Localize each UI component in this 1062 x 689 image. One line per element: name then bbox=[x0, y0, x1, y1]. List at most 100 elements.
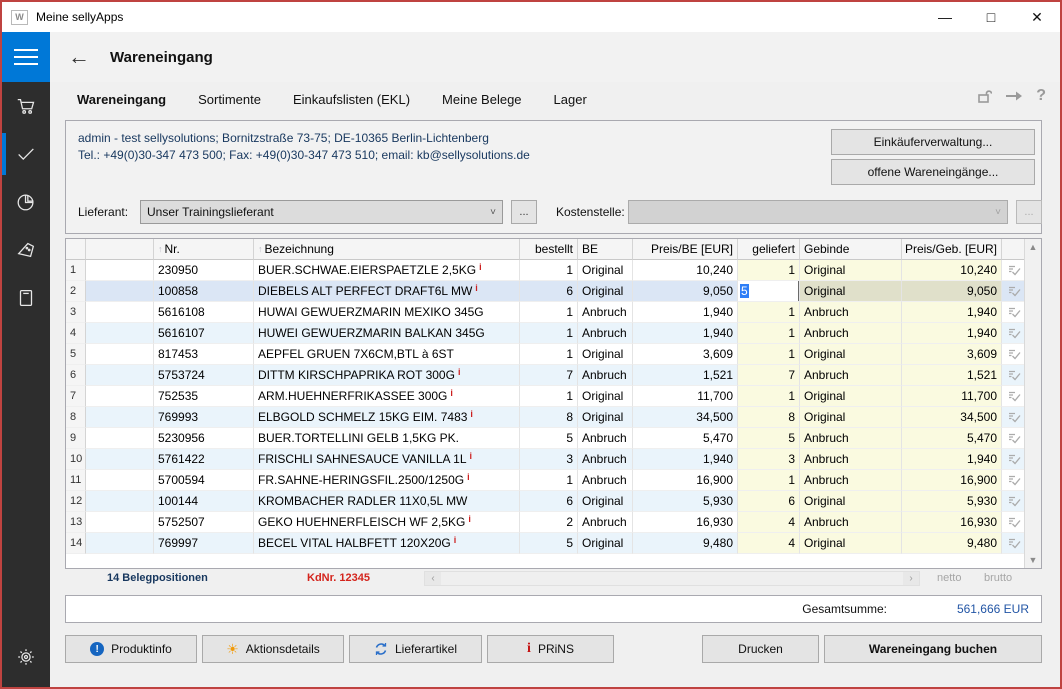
prins-button[interactable]: i PRiNS bbox=[487, 635, 614, 663]
cell-geliefert[interactable]: 1 bbox=[738, 323, 800, 344]
cell-geliefert[interactable]: 1 bbox=[738, 260, 800, 281]
row-number[interactable]: 13 bbox=[66, 512, 86, 533]
cell-name[interactable]: HUWEI GEWUERZMARIN BALKAN 345G bbox=[254, 323, 520, 344]
cell-nr[interactable]: 5753724 bbox=[154, 365, 254, 386]
cell-preis_geb[interactable]: 3,609 bbox=[902, 344, 1002, 365]
cell-name[interactable]: ARM.HUEHNERFRIKASSEE 300Gi bbox=[254, 386, 520, 407]
produktinfo-button[interactable]: ! Produktinfo bbox=[65, 635, 197, 663]
cell-gebinde[interactable]: Original bbox=[800, 407, 902, 428]
cell-bestellt[interactable]: 1 bbox=[520, 323, 578, 344]
table-row[interactable]: 12100144KROMBACHER RADLER 11X0,5L MW6Ori… bbox=[66, 491, 1024, 512]
cell-name[interactable]: BECEL VITAL HALBFETT 120X20Gi bbox=[254, 533, 520, 554]
hamburger-menu-icon[interactable] bbox=[2, 32, 50, 82]
cell-preis_be[interactable]: 1,940 bbox=[633, 323, 738, 344]
cell-preis_be[interactable]: 9,480 bbox=[633, 533, 738, 554]
table-row[interactable]: 115700594FR.SAHNE-HERINGSFIL.2500/1250Gi… bbox=[66, 470, 1024, 491]
close-button[interactable]: ✕ bbox=[1014, 2, 1060, 32]
row-number[interactable]: 3 bbox=[66, 302, 86, 323]
row-number[interactable]: 4 bbox=[66, 323, 86, 344]
maximize-button[interactable]: □ bbox=[968, 2, 1014, 32]
table-row[interactable]: 65753724DITTM KIRSCHPAPRIKA ROT 300Gi7An… bbox=[66, 365, 1024, 386]
scroll-up-icon[interactable]: ▲ bbox=[1025, 239, 1041, 255]
row-confirm-cell[interactable] bbox=[1002, 428, 1024, 449]
cell-preis_geb[interactable]: 9,480 bbox=[902, 533, 1002, 554]
cell-nr[interactable]: 5616107 bbox=[154, 323, 254, 344]
cell-be[interactable]: Anbruch bbox=[578, 512, 633, 533]
cell-bestellt[interactable]: 6 bbox=[520, 491, 578, 512]
row-confirm-cell[interactable] bbox=[1002, 281, 1024, 302]
tab-einkaufslisten-ekl-[interactable]: Einkaufslisten (EKL) bbox=[293, 92, 410, 107]
scroll-right-icon[interactable]: › bbox=[903, 572, 919, 585]
cell-name[interactable]: DIEBELS ALT PERFECT DRAFT6L MWi bbox=[254, 281, 520, 302]
cell-nr[interactable]: 817453 bbox=[154, 344, 254, 365]
cell-nr[interactable]: 5752507 bbox=[154, 512, 254, 533]
unlock-icon[interactable] bbox=[976, 88, 992, 104]
row-number[interactable]: 6 bbox=[66, 365, 86, 386]
cell-geliefert[interactable]: 3 bbox=[738, 449, 800, 470]
table-row[interactable]: 135752507GEKO HUEHNERFLEISCH WF 2,5KGi2A… bbox=[66, 512, 1024, 533]
cell-bestellt[interactable]: 8 bbox=[520, 407, 578, 428]
row-confirm-cell[interactable] bbox=[1002, 344, 1024, 365]
back-arrow-icon[interactable]: ← bbox=[68, 46, 90, 68]
table-row[interactable]: 1230950BUER.SCHWAE.EIERSPAETZLE 2,5KGi1O… bbox=[66, 260, 1024, 281]
sidebar-item-offers[interactable] bbox=[2, 226, 50, 274]
table-row[interactable]: 95230956BUER.TORTELLINI GELB 1,5KG PK.5A… bbox=[66, 428, 1024, 449]
table-row[interactable]: 14769997BECEL VITAL HALBFETT 120X20Gi5Or… bbox=[66, 533, 1024, 554]
cell-bestellt[interactable]: 5 bbox=[520, 428, 578, 449]
cell-preis_be[interactable]: 16,900 bbox=[633, 470, 738, 491]
lieferant-browse-button[interactable]: ... bbox=[511, 200, 537, 224]
cell-nr[interactable]: 5230956 bbox=[154, 428, 254, 449]
cell-gebinde[interactable]: Anbruch bbox=[800, 512, 902, 533]
cell-nr[interactable]: 5700594 bbox=[154, 470, 254, 491]
cell-preis_be[interactable]: 5,470 bbox=[633, 428, 738, 449]
table-row[interactable]: 105761422FRISCHLI SAHNESAUCE VANILLA 1Li… bbox=[66, 449, 1024, 470]
cell-bestellt[interactable]: 3 bbox=[520, 449, 578, 470]
lieferartikel-button[interactable]: Lieferartikel bbox=[349, 635, 482, 663]
cell-preis_be[interactable]: 5,930 bbox=[633, 491, 738, 512]
cell-gebinde[interactable]: Anbruch bbox=[800, 323, 902, 344]
cell-preis_be[interactable]: 16,930 bbox=[633, 512, 738, 533]
cell-name[interactable]: FRISCHLI SAHNESAUCE VANILLA 1Li bbox=[254, 449, 520, 470]
cell-bestellt[interactable]: 1 bbox=[520, 470, 578, 491]
cell-gebinde[interactable]: Anbruch bbox=[800, 365, 902, 386]
cell-be[interactable]: Original bbox=[578, 386, 633, 407]
row-confirm-cell[interactable] bbox=[1002, 491, 1024, 512]
row-number[interactable]: 12 bbox=[66, 491, 86, 512]
tab-wareneingang[interactable]: Wareneingang bbox=[77, 92, 166, 107]
cell-gebinde[interactable]: Anbruch bbox=[800, 428, 902, 449]
row-number[interactable]: 9 bbox=[66, 428, 86, 449]
cell-preis_geb[interactable]: 9,050 bbox=[902, 281, 1002, 302]
cell-gebinde[interactable]: Original bbox=[800, 344, 902, 365]
cell-nr[interactable]: 100858 bbox=[154, 281, 254, 302]
row-number[interactable]: 10 bbox=[66, 449, 86, 470]
cell-bestellt[interactable]: 1 bbox=[520, 260, 578, 281]
sidebar-item-catalog[interactable] bbox=[2, 274, 50, 322]
cell-bestellt[interactable]: 2 bbox=[520, 512, 578, 533]
cell-preis_geb[interactable]: 1,521 bbox=[902, 365, 1002, 386]
cell-preis_be[interactable]: 34,500 bbox=[633, 407, 738, 428]
aktionsdetails-button[interactable]: ☀ Aktionsdetails bbox=[202, 635, 344, 663]
cell-geliefert[interactable]: 1 bbox=[738, 302, 800, 323]
row-confirm-cell[interactable] bbox=[1002, 533, 1024, 554]
cell-bestellt[interactable]: 6 bbox=[520, 281, 578, 302]
cell-name[interactable]: KROMBACHER RADLER 11X0,5L MW bbox=[254, 491, 520, 512]
horizontal-scrollbar[interactable]: ‹ › bbox=[424, 571, 920, 586]
cell-bestellt[interactable]: 1 bbox=[520, 302, 578, 323]
table-row[interactable]: 8769993ELBGOLD SCHMELZ 15KG EIM. 7483i8O… bbox=[66, 407, 1024, 428]
cell-bestellt[interactable]: 1 bbox=[520, 344, 578, 365]
cell-bestellt[interactable]: 7 bbox=[520, 365, 578, 386]
cell-nr[interactable]: 5616108 bbox=[154, 302, 254, 323]
cell-preis_geb[interactable]: 5,470 bbox=[902, 428, 1002, 449]
cell-preis_geb[interactable]: 5,930 bbox=[902, 491, 1002, 512]
cell-gebinde[interactable]: Original bbox=[800, 281, 902, 302]
cell-nr[interactable]: 100144 bbox=[154, 491, 254, 512]
cell-gebinde[interactable]: Original bbox=[800, 533, 902, 554]
cell-nr[interactable]: 230950 bbox=[154, 260, 254, 281]
cell-nr[interactable]: 769993 bbox=[154, 407, 254, 428]
scroll-down-icon[interactable]: ▼ bbox=[1025, 552, 1041, 568]
cell-geliefert[interactable]: 6 bbox=[738, 491, 800, 512]
cell-gebinde[interactable]: Original bbox=[800, 260, 902, 281]
cell-name[interactable]: AEPFEL GRUEN 7X6CM,BTL à 6ST bbox=[254, 344, 520, 365]
row-number[interactable]: 14 bbox=[66, 533, 86, 554]
cell-geliefert[interactable]: 8 bbox=[738, 407, 800, 428]
